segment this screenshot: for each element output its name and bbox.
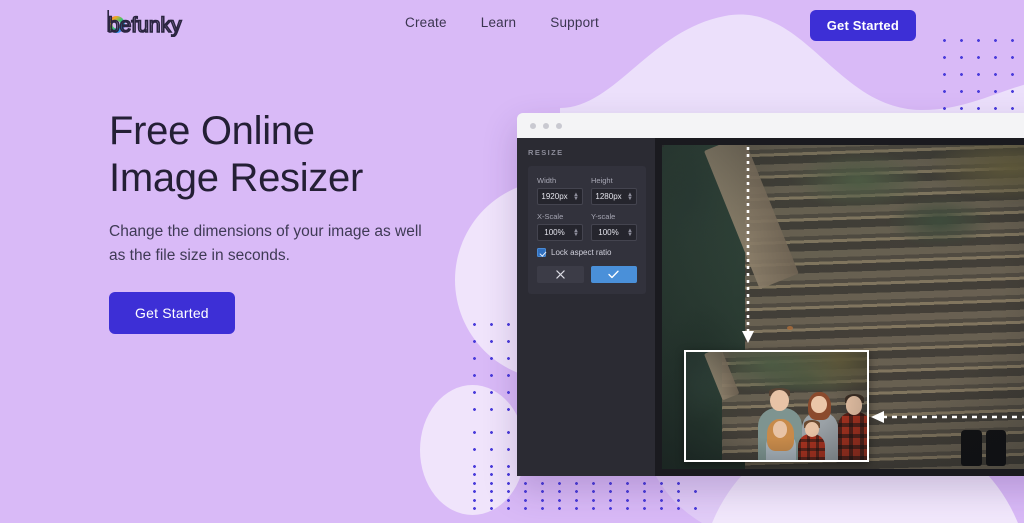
editor-canvas[interactable]: [655, 138, 1024, 476]
panel-action-buttons: [537, 266, 637, 283]
width-field: Width 1920px ▲ ▼: [537, 176, 583, 205]
height-value: 1280px: [595, 192, 622, 201]
lock-aspect-ratio-label: Lock aspect ratio: [551, 248, 612, 257]
x-scale-stepper[interactable]: ▲ ▼: [571, 228, 579, 238]
height-field: Height 1280px ▲ ▼: [591, 176, 637, 205]
brand-logo[interactable]: befunky: [105, 7, 195, 37]
x-scale-value: 100%: [544, 228, 565, 237]
dimension-field-row: Width 1920px ▲ ▼ Height 1280px ▲ ▼: [537, 176, 637, 205]
page-title: Free Online Image Resizer: [109, 108, 469, 202]
main-navigation: Create Learn Support: [405, 15, 599, 30]
width-stepper[interactable]: ▲ ▼: [571, 192, 579, 202]
close-x-icon: [556, 270, 565, 279]
hero-title-line-2: Image Resizer: [109, 156, 363, 200]
window-dot-minimize[interactable]: [543, 122, 549, 129]
hero-subtitle: Change the dimensions of your image as w…: [109, 223, 422, 264]
befunky-rainbow-logo-icon: befunky: [107, 10, 183, 37]
x-scale-input[interactable]: 100% ▲ ▼: [537, 224, 583, 241]
page-root: befunky Create Learn Support Sign In Get…: [0, 0, 1024, 523]
cancel-resize-button[interactable]: [537, 266, 584, 283]
nav-item-create[interactable]: Create: [405, 15, 447, 30]
y-scale-label: Y-scale: [591, 212, 616, 221]
panel-title: RESIZE: [528, 148, 564, 157]
hero-title-line-1: Free Online: [109, 109, 315, 153]
y-scale-field: Y-scale 100% ▲ ▼: [591, 212, 637, 241]
y-scale-input[interactable]: 100% ▲ ▼: [591, 224, 637, 241]
nav-item-support[interactable]: Support: [550, 15, 599, 30]
get-started-header-button[interactable]: Get Started: [809, 10, 916, 41]
resize-options-card: Width 1920px ▲ ▼ Height 1280px ▲ ▼ X-Sca…: [528, 166, 646, 294]
lock-aspect-ratio-checkbox[interactable]: [537, 248, 546, 257]
lock-aspect-ratio-row[interactable]: Lock aspect ratio: [537, 248, 637, 257]
main-photo[interactable]: [662, 145, 1024, 469]
inset-family-photo: [686, 352, 867, 460]
width-value: 1920px: [541, 192, 568, 201]
window-dot-close[interactable]: [530, 122, 536, 129]
window-titlebar: [517, 113, 1024, 138]
window-dot-maximize[interactable]: [556, 122, 562, 129]
svg-text:befunky: befunky: [108, 14, 182, 37]
x-scale-field: X-Scale 100% ▲ ▼: [537, 212, 583, 241]
app-window-mockup: RESIZE Width 1920px ▲ ▼ Height 1280px ▲ …: [517, 113, 1024, 476]
app-body: RESIZE Width 1920px ▲ ▼ Height 1280px ▲ …: [517, 138, 1024, 476]
x-scale-label: X-Scale: [537, 212, 564, 221]
y-scale-value: 100%: [598, 228, 619, 237]
resized-image-preview[interactable]: [684, 350, 869, 462]
height-label: Height: [591, 176, 613, 185]
hero-section: Free Online Image Resizer Change the dim…: [109, 108, 469, 334]
scale-field-row: X-Scale 100% ▲ ▼ Y-scale 100% ▲ ▼: [537, 212, 637, 241]
check-icon: [608, 270, 619, 279]
y-scale-stepper[interactable]: ▲ ▼: [625, 228, 633, 238]
decor-circle-small: [420, 385, 525, 515]
width-label: Width: [537, 176, 557, 185]
height-stepper[interactable]: ▲ ▼: [625, 192, 633, 202]
resize-tool-panel: RESIZE Width 1920px ▲ ▼ Height 1280px ▲ …: [517, 138, 655, 476]
width-input[interactable]: 1920px ▲ ▼: [537, 188, 583, 205]
nav-item-learn[interactable]: Learn: [481, 15, 517, 30]
get-started-hero-button[interactable]: Get Started: [109, 292, 235, 334]
site-header: befunky Create Learn Support Sign In Get…: [0, 0, 1024, 48]
confirm-resize-button[interactable]: [590, 266, 637, 283]
inset-vignette: [686, 352, 867, 460]
height-input[interactable]: 1280px ▲ ▼: [591, 188, 637, 205]
